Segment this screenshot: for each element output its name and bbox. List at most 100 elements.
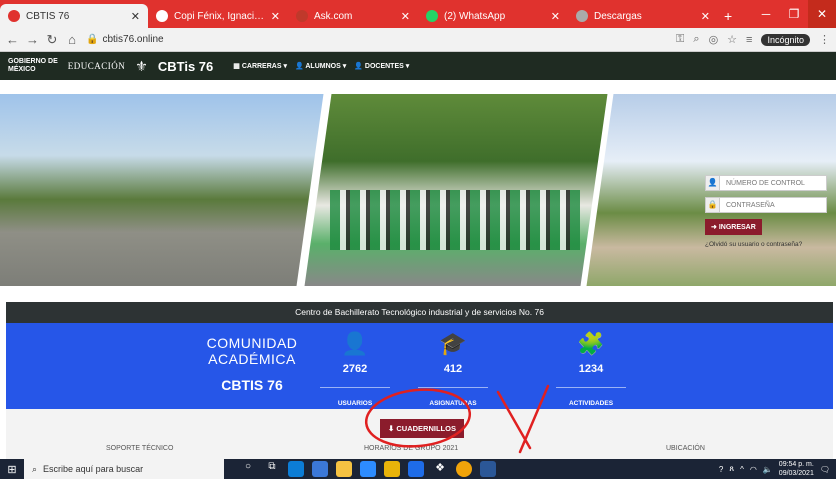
tracking-icon[interactable]: ◎ — [709, 33, 719, 46]
taskbar-search-placeholder: Escribe aquí para buscar — [43, 464, 144, 474]
maximize-icon[interactable]: ❐ — [780, 7, 808, 21]
stat-label: ASIGNATURAS — [429, 400, 477, 407]
stat-value: 1234 — [578, 363, 604, 375]
control-number-field[interactable]: 👤 NÚMERO DE CONTROL — [705, 175, 827, 191]
word-icon[interactable] — [480, 461, 496, 477]
forgot-password-link[interactable]: ¿Olvidó su usuario o contraseña? — [705, 241, 827, 248]
stat-value: 2762 — [342, 363, 368, 375]
key-icon[interactable]: ⚿ — [676, 33, 684, 46]
ingresar-button[interactable]: ➜ INGRESAR — [705, 219, 762, 235]
stat-label: USUARIOS — [337, 400, 373, 407]
lock-icon: 🔒 — [86, 34, 99, 45]
ask-favicon-icon — [296, 10, 308, 22]
notifications-icon[interactable]: 🗨 — [820, 465, 830, 474]
tab-close-icon[interactable]: ✕ — [131, 10, 140, 23]
password-placeholder: CONTRASEÑA — [726, 201, 775, 209]
menu-dots-icon[interactable]: ⋮ — [819, 33, 830, 46]
puzzle-icon: 🧩 — [577, 331, 605, 356]
tab-whatsapp[interactable]: (2) WhatsApp ✕ — [418, 4, 568, 28]
file-explorer-icon[interactable] — [336, 461, 352, 477]
photos-icon[interactable] — [312, 461, 328, 477]
password-field[interactable]: 🔒 CONTRASEÑA — [705, 197, 827, 213]
tab-ask[interactable]: Ask.com ✕ — [288, 4, 418, 28]
tab-close-icon[interactable]: ✕ — [701, 10, 710, 23]
gobierno-logo[interactable]: GOBIERNO DE MÉXICO — [8, 58, 58, 74]
download-favicon-icon — [576, 10, 588, 22]
url-text: cbtis76.online — [102, 34, 164, 45]
tab-copi-fenix[interactable]: Copi Fénix, Ignacio Maya, Emil ✕ — [148, 4, 288, 28]
reading-list-icon[interactable]: ≡ — [746, 34, 752, 46]
stat-value: 412 — [443, 363, 463, 375]
cuadernillos-button[interactable]: ⬇ CUADERNILLOS — [380, 419, 464, 438]
menu-carreras[interactable]: ▦ CARRERAS ▾ — [233, 62, 287, 70]
tab-title: CBTIS 76 — [26, 10, 70, 22]
edge-icon[interactable] — [288, 461, 304, 477]
tab-title: Descargas — [594, 10, 642, 22]
wifi-icon[interactable]: ◠ — [750, 465, 757, 474]
community-line2: ACADÉMICA — [208, 351, 296, 367]
hero-section: 👤 NÚMERO DE CONTROL 🔒 CONTRASEÑA ➜ INGRE… — [0, 80, 836, 302]
menu-alumnos[interactable]: 👤 ALUMNOS ▾ — [295, 62, 346, 70]
tab-close-icon[interactable]: ✕ — [401, 10, 410, 23]
toolbar-actions: ⚿ ⌕ ◎ ☆ ≡ Incógnito ⋮ — [676, 33, 830, 46]
emblem-icon: ⚜ — [135, 57, 148, 74]
tab-title: Copi Fénix, Ignacio Maya, Emil — [174, 10, 265, 22]
lower-section: ⬇ CUADERNILLOS SOPORTE TÉCNICO HORARIOS … — [6, 409, 833, 459]
control-number-placeholder: NÚMERO DE CONTROL — [726, 179, 805, 187]
tab-title: Ask.com — [314, 10, 353, 22]
volume-icon[interactable]: 🔈 — [763, 465, 773, 474]
zoom-icon[interactable]: ⌕ — [693, 33, 699, 46]
clock-time: 09:54 p. m. — [778, 461, 814, 468]
clock[interactable]: 09:54 p. m. 09/03/2021 — [779, 460, 814, 478]
zoom-app-icon[interactable] — [408, 461, 424, 477]
cbtis-logo[interactable]: CBTis 76 — [158, 59, 213, 74]
browser-toolbar: ← → ↻ ⌂ 🔒 cbtis76.online ⚿ ⌕ ◎ ☆ ≡ Incóg… — [0, 28, 836, 52]
bolt-app-icon[interactable] — [384, 461, 400, 477]
taskbar-search[interactable]: ⌕ Escribe aquí para buscar — [24, 459, 224, 479]
tab-cbtis76[interactable]: CBTIS 76 ✕ — [0, 4, 148, 28]
horarios-heading: HORARIOS DE GRUPO 2021 — [364, 445, 459, 452]
bookmark-star-icon[interactable]: ☆ — [727, 33, 737, 46]
dropbox-icon[interactable]: ❖ — [432, 461, 448, 477]
system-tray: ? ጸ ^ ◠ 🔈 09:54 p. m. 09/03/2021 🗨 — [719, 460, 836, 478]
forward-arrow-icon[interactable]: → — [26, 32, 39, 47]
people-icon[interactable]: ጸ — [729, 464, 734, 474]
back-arrow-icon[interactable]: ← — [6, 32, 19, 47]
user-icon: 👤 — [706, 176, 720, 190]
home-icon[interactable]: ⌂ — [66, 32, 78, 47]
search-icon: ⌕ — [32, 463, 38, 474]
login-form: 👤 NÚMERO DE CONTROL 🔒 CONTRASEÑA ➜ INGRE… — [705, 175, 827, 248]
graduation-cap-icon: 🎓 — [439, 331, 467, 356]
tab-close-icon[interactable]: ✕ — [271, 10, 280, 23]
educacion-logo[interactable]: EDUCACIÓN — [68, 61, 126, 71]
minimize-icon[interactable]: ─ — [752, 7, 780, 21]
mail-icon[interactable] — [360, 461, 376, 477]
close-window-icon[interactable]: ✕ — [808, 0, 836, 28]
windows-start-icon[interactable]: ⊞ — [0, 463, 24, 476]
stat-label: ACTIVIDADES — [568, 400, 614, 407]
window-controls: ─ ❐ ✕ — [752, 0, 836, 28]
chevron-up-icon[interactable]: ^ — [740, 465, 744, 474]
google-favicon-icon — [156, 10, 168, 22]
reload-icon[interactable]: ↻ — [46, 32, 58, 48]
school-banner: Centro de Bachillerato Tecnológico indus… — [6, 302, 833, 323]
address-bar[interactable]: 🔒 cbtis76.online — [86, 34, 164, 45]
stats-section: COMUNIDAD ACADÉMICA CBTIS 76 👤 2762 USUA… — [6, 323, 833, 409]
gov-line1: GOBIERNO DE — [8, 58, 58, 65]
tab-close-icon[interactable]: ✕ — [551, 10, 560, 23]
new-tab-button[interactable]: + — [718, 8, 738, 28]
tab-descargas[interactable]: Descargas ✕ — [568, 4, 718, 28]
windows-taskbar: ⊞ ⌕ Escribe aquí para buscar ○ ⧉ ❖ ? ጸ ^… — [0, 459, 836, 479]
help-icon[interactable]: ? — [719, 465, 723, 474]
band-crowd-image — [330, 190, 580, 250]
task-view-icon[interactable]: ⧉ — [264, 461, 280, 477]
site-header: GOBIERNO DE MÉXICO EDUCACIÓN ⚜ CBTis 76 … — [0, 52, 836, 80]
chrome-icon[interactable] — [456, 461, 472, 477]
gov-line2: MÉXICO — [8, 66, 36, 73]
menu-docentes[interactable]: 👤 DOCENTES ▾ — [354, 62, 409, 70]
lock-icon: 🔒 — [706, 198, 720, 212]
community-line1: COMUNIDAD — [206, 335, 298, 351]
cortana-icon[interactable]: ○ — [240, 461, 256, 477]
incognito-badge[interactable]: Incógnito — [761, 33, 810, 46]
taskbar-apps: ○ ⧉ ❖ — [240, 461, 496, 477]
